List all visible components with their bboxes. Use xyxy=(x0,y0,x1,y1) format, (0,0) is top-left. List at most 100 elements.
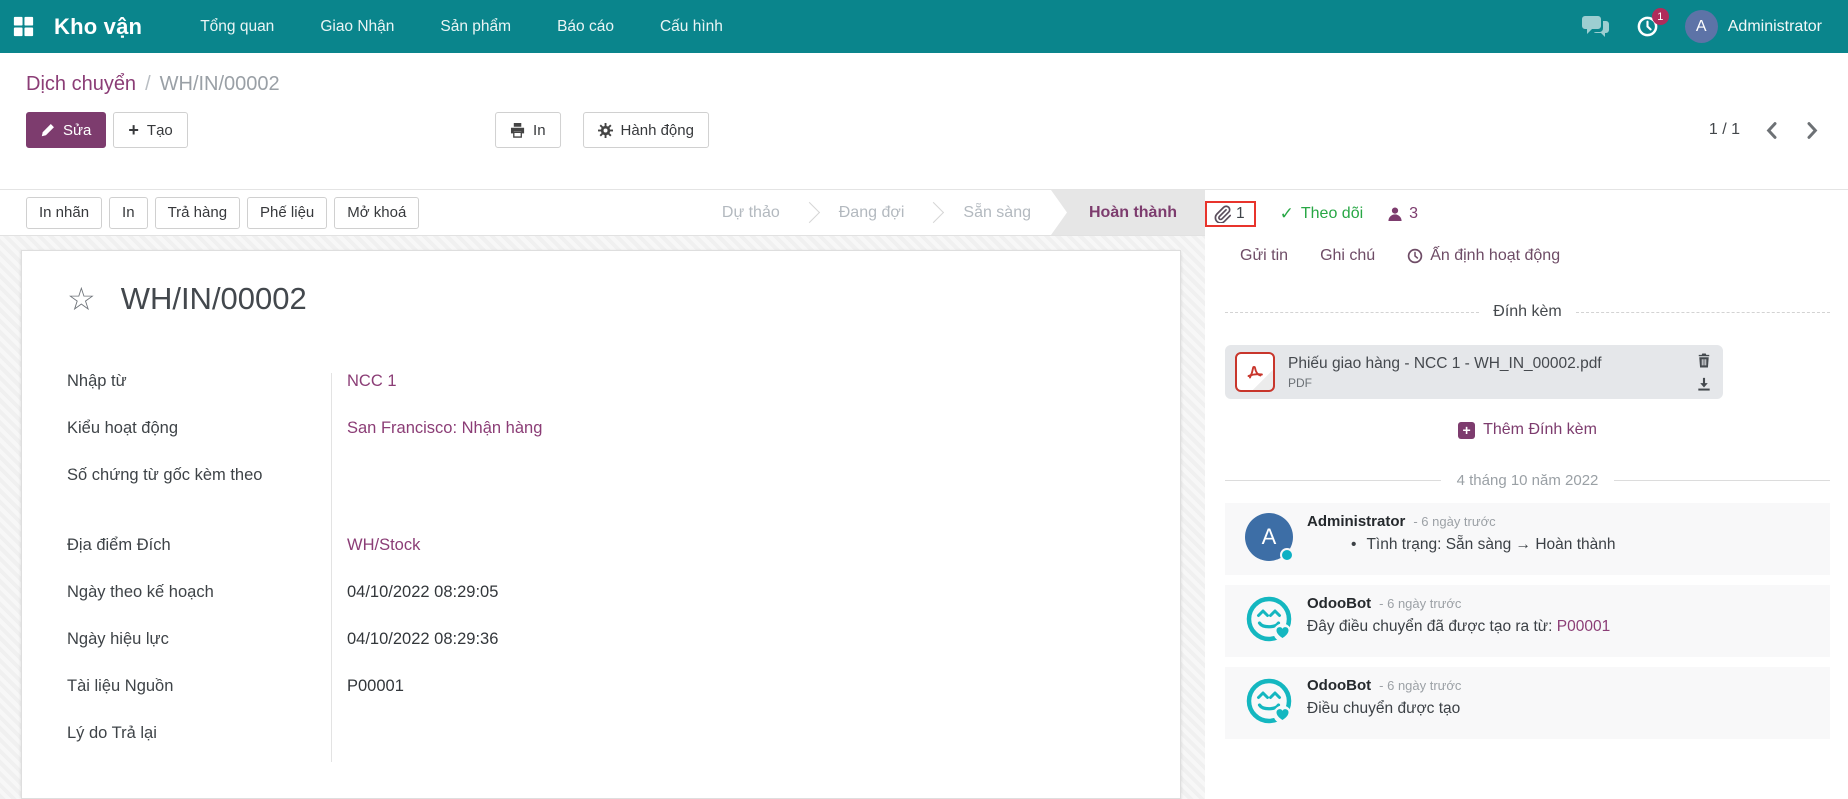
field-row: Ngày hiệu lực 04/10/2022 08:29:36 xyxy=(67,627,1140,674)
add-attachment-button[interactable]: + Thêm Đính kèm xyxy=(1458,421,1597,439)
follow-label: Theo dõi xyxy=(1301,205,1363,223)
activity-badge: 1 xyxy=(1652,8,1669,25)
field-row: Địa điểm Đích WH/Stock xyxy=(67,533,1140,580)
pager-previous-icon[interactable] xyxy=(1766,122,1777,139)
activity-icon[interactable]: 1 xyxy=(1636,15,1659,38)
field-label-effective-date: Ngày hiệu lực xyxy=(67,627,331,651)
paperclip-icon xyxy=(1213,205,1231,223)
chatter-topbar: 1 ✓ Theo dõi 3 xyxy=(1205,190,1448,237)
field-row: Lý do Trả lại xyxy=(67,721,1140,768)
record-title: WH/IN/00002 xyxy=(121,281,307,317)
field-group: Nhập từ NCC 1 Kiểu hoạt động San Francis… xyxy=(67,369,1140,768)
stage-pipeline: Dự thảo Đang đợi Sẵn sàng Hoàn thành xyxy=(702,190,1205,235)
field-label-partner: Nhập từ xyxy=(67,369,331,393)
stage-waiting[interactable]: Đang đợi xyxy=(819,204,925,222)
person-icon xyxy=(1387,206,1403,222)
form-sheet: ☆ WH/IN/00002 Nhập từ NCC 1 Kiểu hoạt độ… xyxy=(21,250,1181,799)
pencil-icon xyxy=(41,123,55,137)
schedule-activity-label: Ấn định hoạt động xyxy=(1430,247,1560,265)
gear-icon xyxy=(598,123,613,138)
field-row: Kiểu hoạt động San Francisco: Nhận hàng xyxy=(67,416,1140,463)
tracking-old-value: Tình trạng: Sẵn sàng xyxy=(1366,536,1511,553)
field-label-origin-document: Số chứng từ gốc kèm theo xyxy=(67,463,331,487)
menu-reporting[interactable]: Báo cáo xyxy=(557,18,614,36)
field-label-source-document: Tài liệu Nguồn xyxy=(67,674,331,698)
send-message-tab[interactable]: Gửi tin xyxy=(1240,247,1288,265)
source-document-link[interactable]: P00001 xyxy=(1557,618,1610,635)
favorite-star-icon[interactable]: ☆ xyxy=(67,283,96,315)
download-attachment-icon[interactable] xyxy=(1697,377,1711,391)
message-text: Điều chuyển được tạo xyxy=(1307,700,1460,717)
message-time: - 6 ngày trước xyxy=(1413,514,1495,529)
messages-icon[interactable] xyxy=(1582,15,1610,39)
pdf-file-icon xyxy=(1235,352,1275,392)
field-value-scheduled-date[interactable]: 04/10/2022 08:29:05 xyxy=(331,580,498,604)
menu-operations[interactable]: Giao Nhận xyxy=(320,18,394,36)
pager-value: 1 / 1 xyxy=(1709,121,1740,139)
create-button[interactable]: + Tạo xyxy=(113,112,187,148)
top-navbar: Kho vận Tổng quan Giao Nhận Sản phẩm Báo… xyxy=(0,0,1848,53)
breadcrumb-parent-link[interactable]: Dịch chuyển xyxy=(26,73,136,96)
date-separator: 4 tháng 10 năm 2022 xyxy=(1457,472,1599,489)
message-time: - 6 ngày trước xyxy=(1379,678,1461,693)
user-name: Administrator xyxy=(1728,18,1822,36)
edit-button-label: Sửa xyxy=(63,122,91,139)
tracking-new-value: Hoàn thành xyxy=(1535,536,1615,553)
scrap-button[interactable]: Phế liệu xyxy=(247,197,327,229)
stage-ready[interactable]: Sẵn sàng xyxy=(943,204,1051,222)
message-time: - 6 ngày trước xyxy=(1379,596,1461,611)
main-menu: Tổng quan Giao Nhận Sản phẩm Báo cáo Cấu… xyxy=(200,18,723,36)
menu-configuration[interactable]: Cấu hình xyxy=(660,18,723,36)
attachment-filename[interactable]: Phiếu giao hàng - NCC 1 - WH_IN_00002.pd… xyxy=(1288,355,1682,373)
control-panel: Dịch chuyển / WH/IN/00002 Sửa + Tạo In H… xyxy=(0,53,1848,189)
breadcrumb-separator: / xyxy=(145,73,151,96)
field-value-effective-date[interactable]: 04/10/2022 08:29:36 xyxy=(331,627,498,651)
field-value-partner[interactable]: NCC 1 xyxy=(331,369,397,393)
field-label-destination-location: Địa điểm Đích xyxy=(67,533,331,557)
stage-draft[interactable]: Dự thảo xyxy=(702,204,800,222)
menu-products[interactable]: Sản phẩm xyxy=(440,18,511,36)
field-value-destination-location[interactable]: WH/Stock xyxy=(331,533,420,557)
followers-button[interactable]: 3 xyxy=(1387,205,1418,223)
edit-button[interactable]: Sửa xyxy=(26,112,106,148)
message-author[interactable]: OdooBot xyxy=(1307,595,1371,612)
return-button[interactable]: Trả hàng xyxy=(155,197,240,229)
odoobot-avatar xyxy=(1245,595,1293,643)
stage-done[interactable]: Hoàn thành xyxy=(1051,190,1205,235)
unlock-button[interactable]: Mở khoá xyxy=(334,197,419,229)
print-button[interactable]: In xyxy=(495,112,561,148)
field-value-operation-type[interactable]: San Francisco: Nhận hàng xyxy=(331,416,542,440)
print-labels-button[interactable]: In nhãn xyxy=(26,197,102,229)
schedule-activity-tab[interactable]: Ấn định hoạt động xyxy=(1407,247,1560,265)
follow-button[interactable]: ✓ Theo dõi xyxy=(1280,204,1364,224)
message-item: A Administrator - 6 ngày trước • Tình tr… xyxy=(1225,503,1830,575)
online-status-dot xyxy=(1280,548,1294,562)
app-title[interactable]: Kho vận xyxy=(54,14,142,40)
action-button[interactable]: Hành động xyxy=(583,112,709,148)
field-row: Nhập từ NCC 1 xyxy=(67,369,1140,416)
create-button-label: Tạo xyxy=(147,122,173,139)
tracking-bullet: • xyxy=(1351,536,1356,554)
field-label-operation-type: Kiểu hoạt động xyxy=(67,416,331,440)
menu-overview[interactable]: Tổng quan xyxy=(200,18,274,36)
print-button-label: In xyxy=(533,122,546,139)
tracking-change: Tình trạng: Sẵn sàng → Hoàn thành xyxy=(1366,536,1615,554)
field-value-source-document[interactable]: P00001 xyxy=(331,674,404,698)
attachment-filetype: PDF xyxy=(1288,376,1682,390)
message-item: OdooBot - 6 ngày trước Điều chuyển được … xyxy=(1225,667,1830,739)
stage-chevron-icon xyxy=(799,202,820,223)
delete-attachment-icon[interactable] xyxy=(1697,353,1711,368)
message-author[interactable]: OdooBot xyxy=(1307,677,1371,694)
pager-next-icon[interactable] xyxy=(1807,122,1818,139)
message-author[interactable]: Administrator xyxy=(1307,513,1405,530)
apps-grid-icon xyxy=(11,14,36,39)
form-statusbar: In nhãn In Trả hàng Phế liệu Mở khoá Dự … xyxy=(0,190,1205,236)
print-button-small[interactable]: In xyxy=(109,197,148,229)
apps-menu-icon[interactable] xyxy=(0,14,46,39)
clock-icon xyxy=(1407,248,1423,264)
user-menu[interactable]: A Administrator xyxy=(1685,10,1822,43)
field-row: Số chứng từ gốc kèm theo xyxy=(67,463,1140,533)
printer-icon xyxy=(510,123,525,138)
attachments-toggle-button[interactable]: 1 xyxy=(1213,205,1245,223)
log-note-tab[interactable]: Ghi chú xyxy=(1320,247,1375,265)
